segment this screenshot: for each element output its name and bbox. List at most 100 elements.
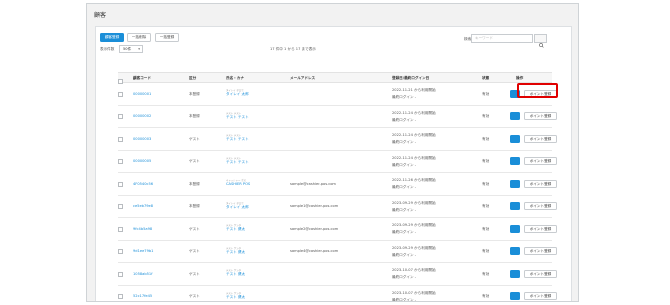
customer-type: ゲスト xyxy=(189,136,200,141)
customer-name-link[interactable]: テスト テスト xyxy=(226,115,249,120)
table-row: 4F0540c56 本登録 キャッシャー ポス CASHIER POS sample@c… xyxy=(118,173,557,196)
customer-type: ゲスト xyxy=(189,271,200,276)
edit-button[interactable] xyxy=(510,247,520,261)
table-row: ce5eb79e8 本登録 タイレイ タロウ タイレイ 太郎 sample1@cashi… xyxy=(118,196,557,218)
customer-code-link[interactable]: ce5eb79e8 xyxy=(133,204,153,208)
table-row: 00000005 ゲスト テスト テスト テスト テスト 2022-11-24 から利用… xyxy=(118,151,557,173)
column-header: 氏名・カナ xyxy=(226,76,244,80)
row-checkbox[interactable] xyxy=(118,159,123,164)
row-checkbox[interactable] xyxy=(118,136,123,142)
status-badge: 有効 xyxy=(482,136,490,141)
bulk-register-button[interactable]: 一括登録 xyxy=(155,33,179,42)
customer-code-link[interactable]: 4F0540c56 xyxy=(133,182,153,186)
customer-name-link[interactable]: タイレイ 太郎 xyxy=(226,92,249,97)
table-row: 1058ab51f ゲスト テスト ケンタ テスト 健太 2023-10-07 から利用… xyxy=(118,263,557,286)
status-badge: 有効 xyxy=(482,294,490,298)
row-checkbox[interactable] xyxy=(118,204,123,209)
point-register-button[interactable]: ポイント登録 xyxy=(524,202,557,210)
page-title: 顧客 xyxy=(94,12,107,19)
row-checkbox[interactable] xyxy=(118,181,123,187)
customer-type: ゲスト xyxy=(189,159,200,163)
point-register-button[interactable]: ポイント登録 xyxy=(524,134,557,143)
table-header: 顧客コード 区分 氏名・カナ メールアドレス 登録日/最終ログイン日 状態 操作 xyxy=(118,72,552,84)
customer-code-link[interactable]: 9fc4b5a98 xyxy=(133,227,152,231)
last-login: 最終ログイン - xyxy=(392,275,417,279)
point-register-button[interactable]: ポイント登録 xyxy=(524,247,557,255)
customer-type: 本登録 xyxy=(189,114,200,118)
point-register-button[interactable]: ポイント登録 xyxy=(524,224,557,233)
customer-name-link[interactable]: テスト テスト xyxy=(226,160,249,165)
edit-button[interactable] xyxy=(510,224,520,238)
customer-name-link[interactable]: テスト 健太 xyxy=(226,227,245,232)
registration-date: 2023-09-29 から利用開始 xyxy=(392,223,436,227)
edit-button[interactable] xyxy=(510,202,520,216)
pencil-icon xyxy=(512,165,517,171)
point-register-button[interactable]: ポイント登録 xyxy=(524,269,557,278)
point-register-button[interactable]: ポイント登録 xyxy=(524,179,557,188)
point-register-button[interactable]: ポイント登録 xyxy=(524,292,557,300)
registration-date: 2023-10-07 から利用開始 xyxy=(392,268,436,272)
search-button[interactable] xyxy=(534,34,547,48)
customer-code-link[interactable]: 00000002 xyxy=(133,114,151,118)
row-checkbox[interactable] xyxy=(118,114,123,119)
pencil-icon xyxy=(512,278,517,283)
customer-code-link[interactable]: 1058ab51f xyxy=(133,272,152,276)
edit-button[interactable] xyxy=(510,157,520,171)
customer-email: sample@cashier-pos.com xyxy=(290,181,336,186)
customer-name-link[interactable]: テスト テスト xyxy=(226,137,249,142)
point-register-button[interactable]: ポイント登録 xyxy=(524,112,557,120)
customer-table: 顧客コード 区分 氏名・カナ メールアドレス 登録日/最終ログイン日 状態 操作… xyxy=(118,72,573,301)
customer-code-link[interactable]: 00000001 xyxy=(133,92,151,96)
register-customer-button[interactable]: 顧客登録 xyxy=(100,33,124,42)
row-checkbox[interactable] xyxy=(118,294,123,299)
last-login: 最終ログイン - xyxy=(392,185,417,189)
registration-date: 2022-11-26 から利用開始 xyxy=(392,178,436,182)
customer-email: sample2@cashier-pos.com xyxy=(290,226,339,231)
row-checkbox[interactable] xyxy=(118,91,123,97)
last-login: 最終ログイン - xyxy=(392,252,417,257)
status-badge: 有効 xyxy=(482,226,490,231)
customer-type: 本登録 xyxy=(189,91,200,96)
row-checkbox[interactable] xyxy=(118,226,123,232)
search-input[interactable]: キーワード xyxy=(471,34,533,43)
page-size-label: 表示件数 xyxy=(100,47,115,51)
highlight-box xyxy=(517,83,558,98)
registration-date: 2022-11-21 から利用開始 xyxy=(392,88,436,92)
app-window: 顧客 顧客登録 一括削除 一括登録 表示件数 50件 ▾ 17 件中 1 から … xyxy=(86,3,579,302)
customer-name-link[interactable]: テスト 健太 xyxy=(226,272,245,277)
edit-button[interactable] xyxy=(510,269,520,283)
customer-code-link[interactable]: 9d1ee79b1 xyxy=(133,249,153,253)
registration-date: 2022-11-24 から利用開始 xyxy=(392,155,436,160)
customer-name-link[interactable]: タイレイ 太郎 xyxy=(226,205,249,210)
pencil-icon xyxy=(512,210,517,216)
edit-button[interactable] xyxy=(510,179,520,193)
pencil-icon xyxy=(512,143,517,148)
customer-type: 本登録 xyxy=(189,204,200,208)
last-login: 最終ログイン - xyxy=(392,117,417,122)
customer-code-link[interactable]: 00000003 xyxy=(133,137,151,141)
edit-button[interactable] xyxy=(510,112,520,126)
customer-name-link[interactable]: CASHIER POS xyxy=(226,182,250,186)
customer-email: sample4@cashier-pos.com xyxy=(290,249,339,253)
last-login: 最終ログイン - xyxy=(392,230,417,234)
row-checkbox[interactable] xyxy=(118,271,123,277)
search-icon xyxy=(539,43,544,48)
customer-code-link[interactable]: 52c17fe45 xyxy=(133,294,152,298)
customer-type: 本登録 xyxy=(189,181,200,186)
customer-name-link[interactable]: テスト 健太 xyxy=(226,295,245,300)
customer-type: ゲスト xyxy=(189,249,200,253)
registration-date: 2023-09-29 から利用開始 xyxy=(392,245,436,250)
last-login: 最終ログイン - xyxy=(392,207,417,212)
table-row: 9fc4b5a98 ゲスト テスト ケンタ テスト 健太 sample2@cashier… xyxy=(118,218,557,241)
column-header: メールアドレス xyxy=(290,76,316,80)
edit-button[interactable] xyxy=(510,292,520,301)
customer-code-link[interactable]: 00000005 xyxy=(133,159,151,163)
point-register-button[interactable]: ポイント登録 xyxy=(524,157,557,165)
edit-button[interactable] xyxy=(510,134,520,148)
last-login: 最終ログイン - xyxy=(392,140,417,144)
row-checkbox[interactable] xyxy=(118,249,123,254)
page-size-value: 50件 xyxy=(123,47,132,51)
bulk-delete-button[interactable]: 一括削除 xyxy=(127,33,151,42)
customer-name-link[interactable]: テスト 健太 xyxy=(226,250,245,255)
page-size-select[interactable]: 50件 ▾ xyxy=(119,45,143,53)
